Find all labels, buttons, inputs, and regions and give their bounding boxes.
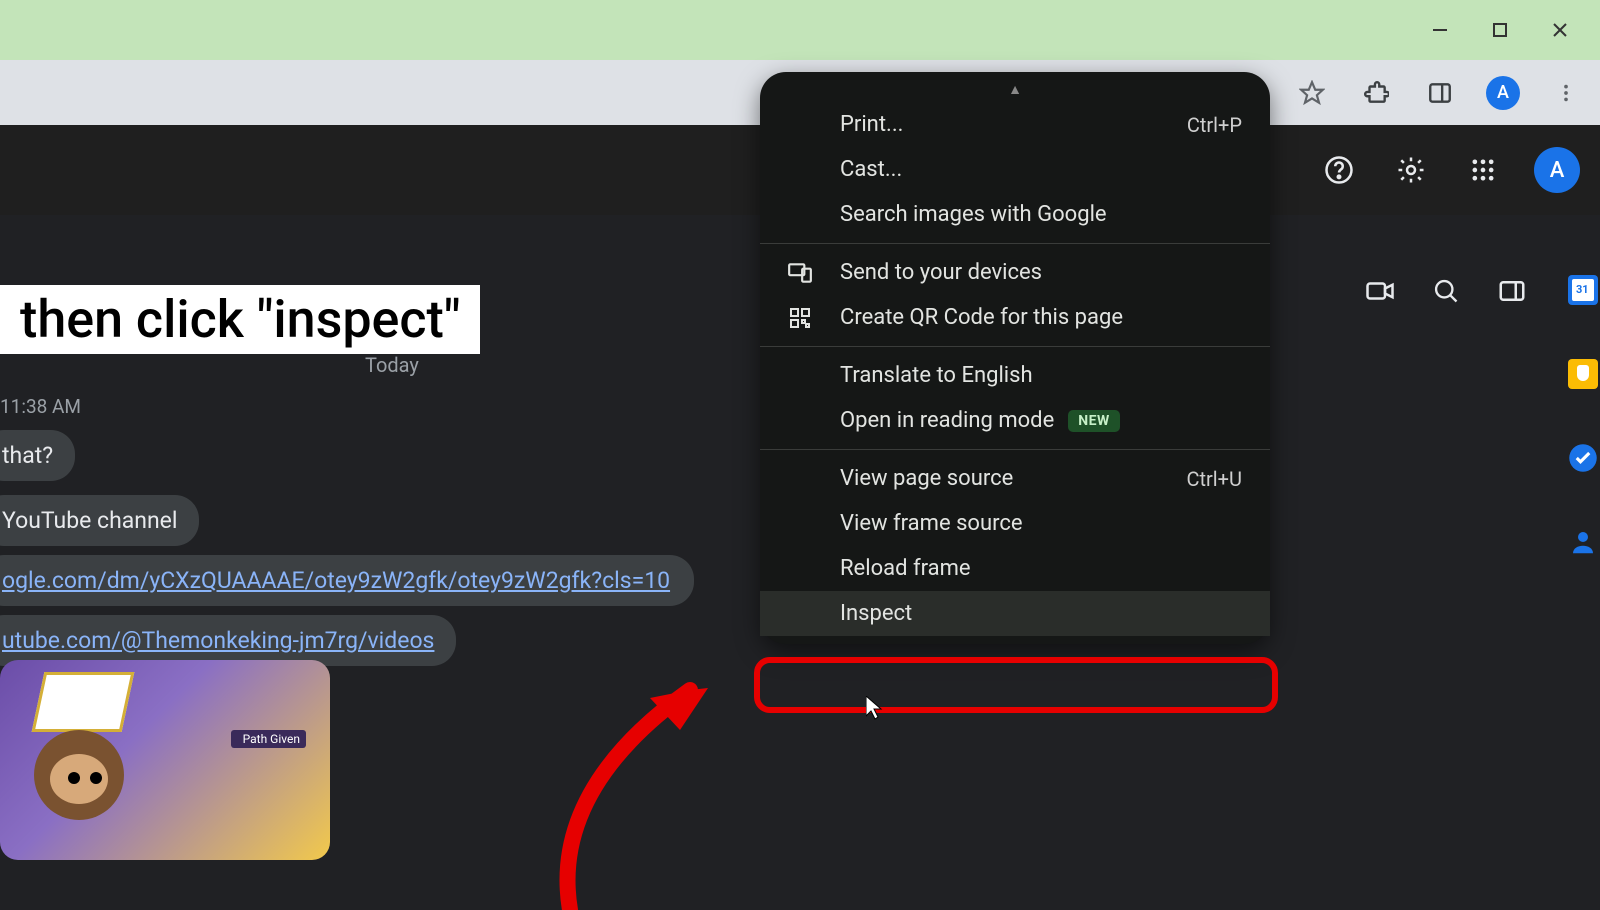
calendar-app-icon[interactable]: 31: [1568, 275, 1598, 305]
menu-label: Search images with Google: [840, 202, 1107, 227]
qr-code-icon: [786, 304, 814, 332]
date-separator: Today: [365, 353, 419, 377]
tasks-app-icon[interactable]: [1568, 443, 1598, 473]
chat-message: that?: [0, 430, 75, 481]
maximize-button[interactable]: [1470, 6, 1530, 54]
menu-label: Send to your devices: [840, 260, 1042, 285]
close-button[interactable]: [1530, 6, 1590, 54]
profile-avatar[interactable]: A: [1486, 76, 1520, 110]
menu-shortcut: Ctrl+U: [1186, 467, 1242, 491]
keep-app-icon[interactable]: [1568, 359, 1598, 389]
apps-grid-icon[interactable]: [1462, 149, 1504, 191]
kebab-menu-icon[interactable]: [1548, 75, 1584, 111]
scroll-up-indicator: ▲: [760, 78, 1270, 102]
menu-item-print[interactable]: Print... Ctrl+P: [760, 102, 1270, 147]
chat-message: YouTube channel: [0, 495, 199, 546]
menu-item-view-source[interactable]: View page source Ctrl+U: [760, 456, 1270, 501]
menu-item-translate[interactable]: Translate to English: [760, 353, 1270, 398]
menu-separator: [760, 243, 1270, 244]
instruction-caption: then click "inspect": [0, 285, 480, 354]
chat-message: ogle.com/dm/yCXzQUAAAAE/otey9zW2gfk/otey…: [0, 555, 694, 606]
menu-item-inspect[interactable]: Inspect: [760, 591, 1270, 636]
panel-icon[interactable]: [1496, 275, 1528, 307]
minimize-button[interactable]: [1410, 6, 1470, 54]
new-badge: NEW: [1068, 410, 1120, 432]
menu-item-qr-code[interactable]: Create QR Code for this page: [760, 295, 1270, 340]
menu-label: View page source: [840, 466, 1013, 491]
side-panel-icon[interactable]: [1422, 75, 1458, 111]
bookmark-star-icon[interactable]: [1294, 75, 1330, 111]
menu-item-cast[interactable]: Cast...: [760, 147, 1270, 192]
menu-label: View frame source: [840, 511, 1023, 536]
menu-label: Cast...: [840, 157, 902, 182]
menu-item-send-devices[interactable]: Send to your devices: [760, 250, 1270, 295]
mouse-cursor-icon: [866, 696, 884, 720]
menu-item-reload-frame[interactable]: Reload frame: [760, 546, 1270, 591]
chat-action-row: [1364, 275, 1528, 307]
side-rail: 31: [1558, 265, 1600, 567]
menu-item-view-frame-source[interactable]: View frame source: [760, 501, 1270, 546]
menu-label: Open in reading mode: [840, 408, 1054, 433]
gear-icon[interactable]: [1390, 149, 1432, 191]
link-preview-thumbnail[interactable]: Giver Path Given: [0, 660, 330, 860]
menu-label: Print...: [840, 112, 903, 137]
chat-message: utube.com/@Themonkeking-jm7rg/videos: [0, 615, 456, 666]
account-avatar[interactable]: A: [1534, 147, 1580, 193]
menu-item-search-images[interactable]: Search images with Google: [760, 192, 1270, 237]
extensions-icon[interactable]: [1358, 75, 1394, 111]
chat-link[interactable]: utube.com/@Themonkeking-jm7rg/videos: [2, 627, 434, 654]
menu-separator: [760, 449, 1270, 450]
devices-icon: [786, 259, 814, 287]
menu-label: Inspect: [840, 601, 912, 626]
video-call-icon[interactable]: [1364, 275, 1396, 307]
os-titlebar: [0, 0, 1600, 60]
menu-item-reading-mode[interactable]: Open in reading mode NEW: [760, 398, 1270, 443]
message-timestamp: 11:38 AM: [0, 395, 81, 418]
chat-link[interactable]: ogle.com/dm/yCXzQUAAAAE/otey9zW2gfk/otey…: [2, 567, 670, 594]
contacts-app-icon[interactable]: [1568, 527, 1598, 557]
menu-label: Create QR Code for this page: [840, 305, 1123, 330]
preview-tag: Path Given: [237, 730, 306, 748]
context-menu: ▲ Print... Ctrl+P Cast... Search images …: [760, 72, 1270, 644]
search-icon[interactable]: [1430, 275, 1462, 307]
help-icon[interactable]: [1318, 149, 1360, 191]
menu-label: Translate to English: [840, 363, 1033, 388]
menu-label: Reload frame: [840, 556, 971, 581]
menu-shortcut: Ctrl+P: [1187, 113, 1242, 137]
menu-separator: [760, 346, 1270, 347]
